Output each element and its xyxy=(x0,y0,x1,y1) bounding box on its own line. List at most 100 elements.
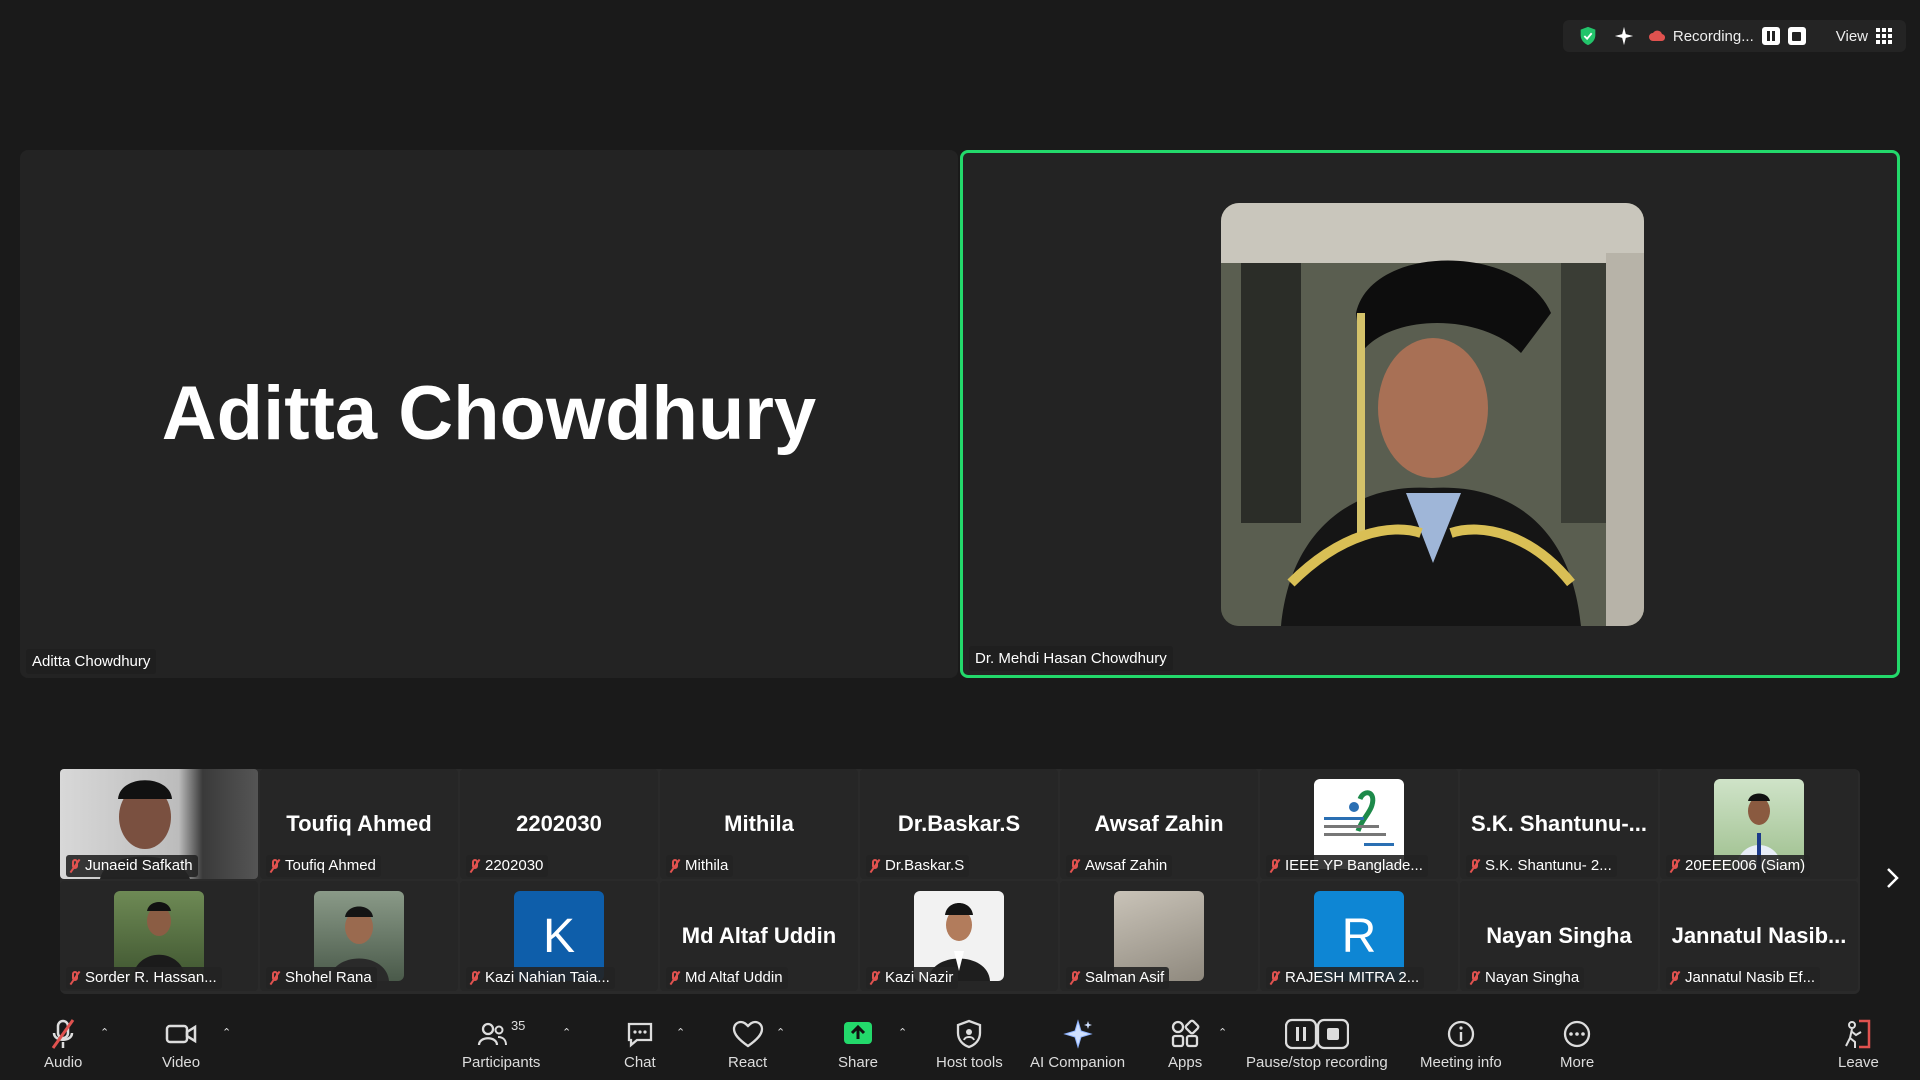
participant-name: Jannatul Nasib Ef... xyxy=(1685,969,1816,986)
chat-options-chevron-icon[interactable]: ⌃ xyxy=(676,1026,685,1039)
participant-label: Kazi Nazir xyxy=(866,967,959,989)
pause-stop-recording-label: Pause/stop recording xyxy=(1246,1054,1388,1071)
gallery-tile[interactable]: Mithila Mithila xyxy=(660,769,858,879)
view-label: View xyxy=(1835,27,1868,45)
gallery-tile[interactable]: S.K. Shantunu-... S.K. Shantunu- 2... xyxy=(1460,769,1658,879)
more-ellipsis-icon xyxy=(1563,1020,1591,1048)
ai-sparkle-icon[interactable] xyxy=(1613,25,1635,47)
participant-label: Kazi Nahian Taia... xyxy=(466,967,615,989)
share-label: Share xyxy=(838,1054,879,1071)
participant-label: Toufiq Ahmed xyxy=(266,855,381,877)
participant-name: Kazi Nazir xyxy=(885,969,954,986)
pause-stop-recording-button[interactable]: Pause/stop recording xyxy=(1246,1018,1388,1071)
gallery-tile[interactable]: Nayan Singha Nayan Singha xyxy=(1460,881,1658,991)
profile-photo xyxy=(1221,203,1644,626)
chat-label: Chat xyxy=(624,1054,656,1071)
share-options-chevron-icon[interactable]: ⌃ xyxy=(898,1026,907,1039)
participant-display-name: Jannatul Nasib... xyxy=(1671,923,1847,948)
info-icon xyxy=(1447,1020,1475,1048)
gallery-tile[interactable]: R RAJESH MITRA 2... xyxy=(1260,881,1458,991)
encryption-shield-icon[interactable] xyxy=(1577,25,1599,47)
participants-label: Participants xyxy=(462,1054,541,1071)
participant-label: Mithila xyxy=(666,855,734,877)
audio-options-chevron-icon[interactable]: ⌃ xyxy=(100,1026,109,1039)
gallery-tile[interactable]: 2202030 2202030 xyxy=(460,769,658,879)
recording-label: Recording... xyxy=(1672,27,1754,45)
chat-button[interactable]: Chat xyxy=(624,1018,656,1071)
mic-muted-icon xyxy=(270,858,280,873)
gallery-tile[interactable]: Salman Asif xyxy=(1060,881,1258,991)
mic-muted-icon xyxy=(670,970,680,985)
gallery-tile[interactable]: K Kazi Nahian Taia... xyxy=(460,881,658,991)
participant-name: 2202030 xyxy=(485,857,544,874)
recording-indicator: Recording... xyxy=(1648,27,1806,45)
video-label: Video xyxy=(162,1054,201,1071)
mic-muted-icon xyxy=(870,970,880,985)
participant-label: Salman Asif xyxy=(1066,967,1170,989)
participant-label: S.K. Shantunu- 2... xyxy=(1466,855,1617,877)
participant-name: Nayan Singha xyxy=(1485,969,1580,986)
participant-name: IEEE YP Banglade... xyxy=(1285,857,1423,874)
apps-options-chevron-icon[interactable]: ⌃ xyxy=(1218,1026,1227,1039)
gallery-tile[interactable]: 20EEE006 (Siam) xyxy=(1660,769,1858,879)
participant-label: Sorder R. Hassan... xyxy=(66,967,222,989)
gallery-tile[interactable]: Junaeid Safkath xyxy=(60,769,258,879)
mic-muted-icon xyxy=(70,858,80,873)
leave-button[interactable]: Leave xyxy=(1838,1018,1879,1071)
react-button[interactable]: React xyxy=(728,1018,767,1071)
mic-muted-icon xyxy=(1070,970,1080,985)
more-button[interactable]: More xyxy=(1560,1018,1594,1071)
react-options-chevron-icon[interactable]: ⌃ xyxy=(776,1026,785,1039)
ai-companion-button[interactable]: AI Companion xyxy=(1030,1018,1125,1071)
meeting-status-bar: Recording... View xyxy=(1562,20,1906,52)
grid-view-icon xyxy=(1876,28,1892,44)
mic-muted-icon xyxy=(1470,858,1480,873)
view-button[interactable]: View xyxy=(1836,28,1892,45)
participant-display-name: Toufiq Ahmed xyxy=(286,811,432,836)
gallery-tile[interactable]: Sorder R. Hassan... xyxy=(60,881,258,991)
participant-name: Toufiq Ahmed xyxy=(285,857,376,874)
host-tools-button[interactable]: Host tools xyxy=(936,1018,1003,1071)
video-options-chevron-icon[interactable]: ⌃ xyxy=(222,1026,231,1039)
gallery-tile[interactable]: Toufiq Ahmed Toufiq Ahmed xyxy=(260,769,458,879)
gallery-tile[interactable]: Awsaf Zahin Awsaf Zahin xyxy=(1060,769,1258,879)
gallery-tile[interactable]: Md Altaf Uddin Md Altaf Uddin xyxy=(660,881,858,991)
gallery-tile[interactable]: Kazi Nazir xyxy=(860,881,1058,991)
gallery-tile[interactable]: IEEE YP Banglade... xyxy=(1260,769,1458,879)
participant-label: Junaeid Safkath xyxy=(66,855,198,877)
participants-options-chevron-icon[interactable]: ⌃ xyxy=(562,1026,571,1039)
share-button[interactable]: Share xyxy=(838,1018,878,1071)
cloud-recording-icon xyxy=(1648,30,1665,42)
participant-name: Junaeid Safkath xyxy=(85,857,193,874)
stop-recording-button[interactable] xyxy=(1787,27,1806,45)
participant-name-tag: Dr. Mehdi Hasan Chowdhury xyxy=(969,646,1173,671)
mic-muted-icon xyxy=(1270,970,1280,985)
participant-label: IEEE YP Banglade... xyxy=(1266,855,1428,877)
gallery-tile[interactable]: Shohel Rana xyxy=(260,881,458,991)
participant-name: RAJESH MITRA 2... xyxy=(1285,969,1420,986)
video-button[interactable]: Video xyxy=(162,1018,200,1071)
ai-sparkle-icon xyxy=(1062,1019,1093,1049)
gallery-tile[interactable]: Dr.Baskar.S Dr.Baskar.S xyxy=(860,769,1058,879)
audio-label: Audio xyxy=(44,1054,83,1071)
participant-display-name: Md Altaf Uddin xyxy=(681,923,837,948)
next-page-arrow-icon[interactable] xyxy=(1880,866,1904,890)
apps-button[interactable]: Apps xyxy=(1168,1018,1202,1071)
video-tile-active-speaker[interactable]: Dr. Mehdi Hasan Chowdhury xyxy=(960,150,1900,678)
video-tile-aditta[interactable]: Aditta Chowdhury Aditta Chowdhury xyxy=(20,150,958,678)
participant-display-name: 2202030 xyxy=(516,811,602,836)
pause-recording-button[interactable] xyxy=(1761,27,1780,45)
participants-button[interactable]: 35 Participants xyxy=(462,1018,540,1071)
mic-muted-icon xyxy=(270,970,280,985)
participant-display-name: S.K. Shantunu-... xyxy=(1471,811,1647,836)
mic-muted-icon xyxy=(51,1019,75,1049)
mic-muted-icon xyxy=(1470,970,1480,985)
participant-label: Md Altaf Uddin xyxy=(666,967,788,989)
gallery-tile[interactable]: Jannatul Nasib... Jannatul Nasib Ef... xyxy=(1660,881,1858,991)
mic-muted-icon xyxy=(1270,858,1280,873)
leave-door-icon xyxy=(1845,1019,1871,1049)
apps-label: Apps xyxy=(1168,1054,1203,1071)
mic-muted-icon xyxy=(870,858,880,873)
meeting-info-button[interactable]: Meeting info xyxy=(1420,1018,1502,1071)
audio-button[interactable]: Audio xyxy=(44,1018,82,1071)
